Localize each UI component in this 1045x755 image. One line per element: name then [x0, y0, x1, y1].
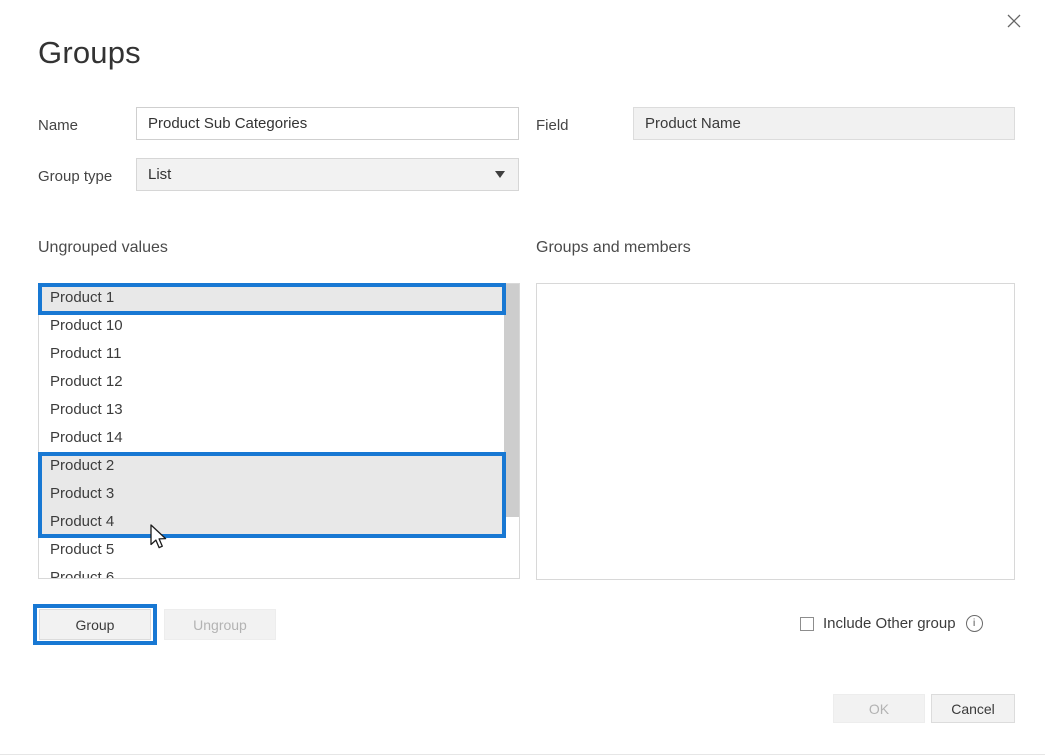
groups-and-members-header: Groups and members	[536, 239, 691, 256]
ungrouped-scrollbar-thumb[interactable]	[504, 284, 519, 517]
include-other-group-row[interactable]: Include Other group i	[800, 615, 983, 632]
list-item[interactable]: Product 3	[39, 480, 504, 508]
field-value: Product Name	[633, 107, 1015, 140]
include-other-group-checkbox[interactable]	[800, 616, 814, 631]
group-type-select[interactable]: List	[136, 158, 519, 191]
list-item[interactable]: Product 2	[39, 452, 504, 480]
info-icon[interactable]: i	[965, 615, 983, 632]
ungrouped-values-listbox[interactable]: Product 1 Product 10 Product 11 Product 12 P…	[38, 283, 520, 579]
page-title: Groups	[38, 35, 141, 70]
groups-dialog: Groups Name Field Product Name Group typ…	[0, 0, 1045, 755]
group-button[interactable]: Group	[39, 609, 151, 640]
list-item[interactable]: Product 12	[39, 368, 504, 396]
groups-and-members-listbox[interactable]	[536, 283, 1015, 580]
ungroup-button: Ungroup	[164, 609, 276, 640]
chevron-down-icon	[495, 171, 505, 178]
name-label: Name	[38, 117, 79, 134]
ungrouped-scrollbar[interactable]	[504, 284, 519, 578]
list-item[interactable]: Product 10	[39, 312, 504, 340]
ungrouped-values-list: Product 1 Product 10 Product 11 Product 12 P…	[39, 284, 519, 578]
list-item[interactable]: Product 13	[39, 396, 504, 424]
list-item[interactable]: Product 14	[39, 424, 504, 452]
field-label: Field	[536, 117, 569, 134]
group-type-value: List	[148, 166, 172, 183]
list-item[interactable]: Product 6	[39, 564, 504, 578]
group-type-label: Group type	[38, 168, 113, 185]
cancel-button[interactable]: Cancel	[931, 694, 1015, 723]
list-item[interactable]: Product 5	[39, 536, 504, 564]
list-item[interactable]: Product 1	[39, 284, 504, 312]
close-icon[interactable]	[997, 6, 1031, 36]
ungrouped-values-header: Ungrouped values	[38, 239, 168, 256]
include-other-group-label: Include Other group	[823, 615, 956, 632]
list-item[interactable]: Product 11	[39, 340, 504, 368]
name-input[interactable]	[136, 107, 519, 140]
list-item[interactable]: Product 4	[39, 508, 504, 536]
ok-button: OK	[833, 694, 925, 723]
